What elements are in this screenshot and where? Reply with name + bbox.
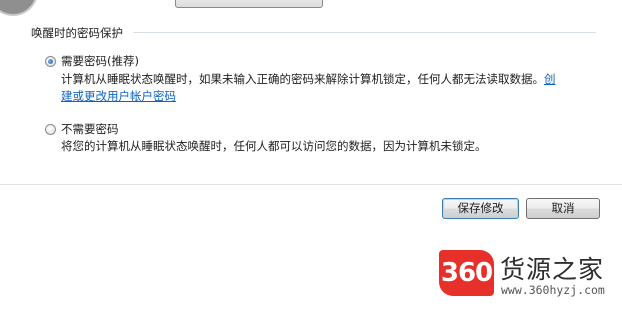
create-password-link-start[interactable]: 创 (544, 72, 556, 86)
radio-no-password[interactable] (45, 124, 56, 135)
group-title: 唤醒时的密码保护 (31, 26, 123, 40)
watermark-title: 货源之家 (500, 255, 605, 284)
option-require-password-label[interactable]: 需要密码(推荐) (61, 53, 139, 69)
footer-divider (0, 184, 622, 185)
watermark-url: www.360hyzj.com (501, 283, 605, 297)
window-icon (0, 0, 38, 16)
cancel-button[interactable]: 取消 (526, 198, 600, 219)
top-button-edge (175, 0, 323, 8)
save-changes-button[interactable]: 保存修改 (442, 198, 519, 219)
option-require-password-desc: 计算机从睡眠状态唤醒时，如果未输入正确的密码来解除计算机锁定，任何人都无法读取数… (61, 71, 556, 105)
option-no-password-desc: 将您的计算机从睡眠状态唤醒时，任何人都可以访问您的数据，因为计算机未锁定。 (61, 139, 487, 153)
require-password-desc-text: 计算机从睡眠状态唤醒时，如果未输入正确的密码来解除计算机锁定，任何人都无法读取数… (61, 72, 544, 86)
create-password-link[interactable]: 建或更改用户帐户密码 (61, 89, 176, 103)
radio-require-password[interactable] (45, 56, 56, 67)
watermark-logo-badge: 360 (439, 250, 494, 296)
option-no-password-label[interactable]: 不需要密码 (61, 121, 119, 137)
group-divider (133, 32, 596, 33)
